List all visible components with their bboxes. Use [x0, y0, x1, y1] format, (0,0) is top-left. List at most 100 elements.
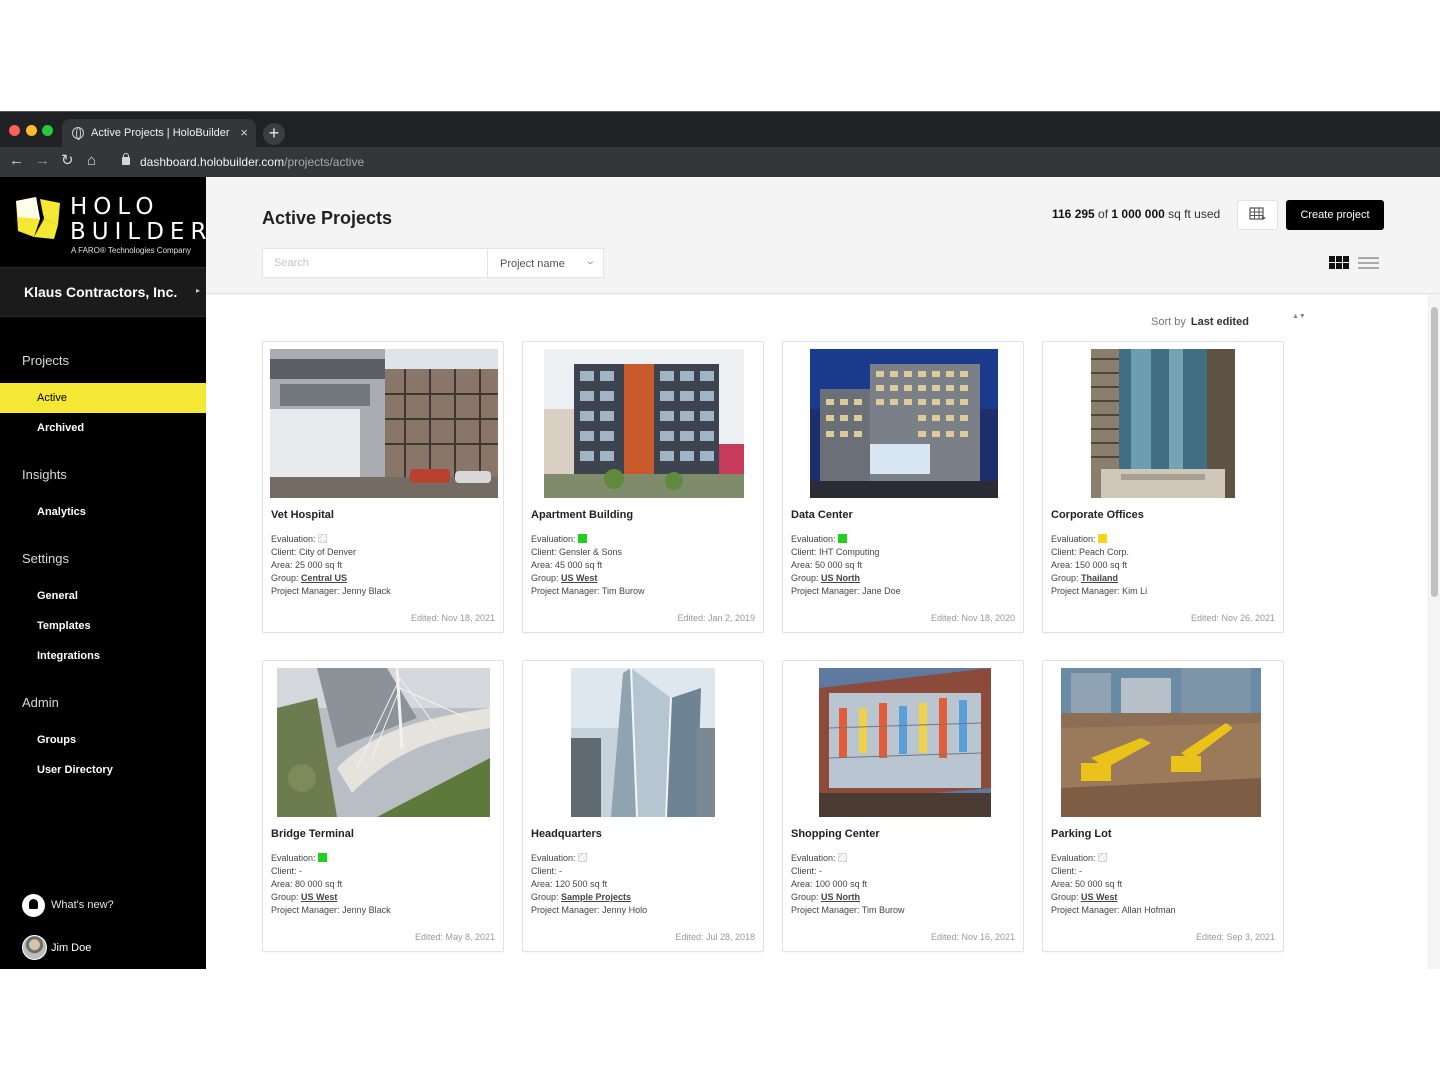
- project-card[interactable]: Data Center Evaluation: Client: IHT Comp…: [782, 341, 1024, 633]
- holobuilder-logo[interactable]: HOLO BUILDER A FARO® Technologies Company: [14, 195, 206, 261]
- sidebar-item-active[interactable]: Active: [0, 383, 206, 413]
- page-header: Active Projects 116 295 of 1 000 000 sq …: [206, 177, 1440, 294]
- sidebar-item-integrations[interactable]: Integrations: [0, 641, 206, 671]
- project-card[interactable]: Vet Hospital Evaluation: Client: City of…: [262, 341, 504, 633]
- manager-value: Jenny Black: [342, 905, 391, 915]
- search-filter-select[interactable]: Project name ⌄: [487, 248, 604, 278]
- group-link[interactable]: Thailand: [1081, 573, 1118, 583]
- project-meta: Evaluation: Client: IHT Computing Area: …: [791, 533, 901, 598]
- forward-arrow-icon[interactable]: →: [35, 153, 50, 169]
- area-value: 50 000 sq ft: [1075, 879, 1123, 889]
- evaluation-badge: [577, 534, 587, 543]
- logo-line-1: HOLO: [70, 194, 160, 220]
- project-card[interactable]: Shopping Center Evaluation: Client: - Ar…: [782, 660, 1024, 952]
- group-label: Group:: [271, 573, 299, 583]
- group-link[interactable]: US North: [821, 892, 860, 902]
- maximize-window-button[interactable]: [42, 125, 53, 136]
- minimize-window-button[interactable]: [26, 125, 37, 136]
- usage-suffix: sq ft used: [1164, 207, 1221, 221]
- client-label: Client:: [531, 866, 557, 876]
- sidebar-item-general[interactable]: General: [0, 581, 206, 611]
- project-card[interactable]: Parking Lot Evaluation: Client: - Area: …: [1042, 660, 1284, 952]
- table-export-icon: [1248, 206, 1266, 220]
- edited-date: Edited: Nov 18, 2021: [410, 613, 495, 623]
- scrollbar[interactable]: [1428, 295, 1440, 969]
- project-name: Corporate Offices: [1051, 509, 1144, 521]
- company-switcher[interactable]: Klaus Contractors, Inc. ▸: [0, 267, 206, 317]
- group-link[interactable]: US West: [561, 573, 597, 583]
- client-label: Client:: [531, 547, 557, 557]
- edited-date: Edited: Nov 26, 2021: [1190, 613, 1275, 623]
- project-card[interactable]: Headquarters Evaluation: Client: - Area:…: [522, 660, 764, 952]
- group-link[interactable]: US West: [301, 892, 337, 902]
- project-name: Apartment Building: [531, 509, 634, 521]
- evaluation-label: Evaluation:: [791, 853, 836, 863]
- reload-icon[interactable]: ↻: [61, 153, 74, 169]
- url-field[interactable]: dashboard.holobuilder.com/projects/activ…: [140, 155, 364, 169]
- edited-date: Edited: May 8, 2021: [414, 932, 495, 942]
- section-title-admin: Admin: [22, 695, 59, 710]
- area-label: Area:: [1051, 879, 1073, 889]
- group-link[interactable]: Sample Projects: [561, 892, 631, 902]
- area-value: 120 500 sq ft: [555, 879, 608, 889]
- page-title: Active Projects: [262, 208, 393, 228]
- client-label: Client:: [271, 866, 297, 876]
- whats-new-link[interactable]: What's new?: [22, 894, 192, 918]
- group-label: Group:: [271, 892, 299, 902]
- group-link[interactable]: US West: [1081, 892, 1117, 902]
- sidebar-item-archived[interactable]: Archived: [0, 413, 206, 443]
- section-title-projects: Projects: [22, 353, 69, 368]
- sidebar-item-templates[interactable]: Templates: [0, 611, 206, 641]
- lock-icon[interactable]: [122, 153, 130, 165]
- sort-control[interactable]: Sort by Last edited: [1151, 316, 1249, 328]
- group-label: Group:: [531, 573, 559, 583]
- list-view-icon[interactable]: [1358, 257, 1379, 269]
- project-meta: Evaluation: Client: Gensler & Sons Area:…: [531, 533, 645, 598]
- client-value: Peach Corp.: [1079, 547, 1130, 557]
- manager-value: Jane Doe: [862, 586, 901, 596]
- project-card[interactable]: Corporate Offices Evaluation: Client: Pe…: [1042, 341, 1284, 633]
- grid-view-icon[interactable]: [1329, 256, 1349, 270]
- project-thumbnail: [1061, 668, 1261, 817]
- usage-used: 116 295: [1052, 207, 1095, 221]
- back-arrow-icon[interactable]: ←: [9, 153, 24, 169]
- search-input[interactable]: [262, 248, 487, 278]
- evaluation-badge: [837, 853, 847, 862]
- new-tab-button[interactable]: +: [263, 123, 285, 145]
- holobuilder-logo-mark-icon: [16, 197, 60, 239]
- project-meta: Evaluation: Client: - Area: 50 000 sq ft…: [1051, 852, 1176, 917]
- sidebar-item-groups[interactable]: Groups: [0, 725, 206, 755]
- project-thumbnail: [819, 668, 991, 817]
- project-thumbnail: [544, 349, 744, 498]
- client-value: -: [559, 866, 563, 876]
- project-card[interactable]: Bridge Terminal Evaluation: Client: - Ar…: [262, 660, 504, 952]
- search-filter-value: Project name: [500, 258, 565, 270]
- browser-tab[interactable]: Active Projects | HoloBuilder ×: [62, 119, 256, 148]
- user-menu[interactable]: Jim Doe: [22, 935, 192, 961]
- home-icon[interactable]: ⌂: [87, 153, 96, 169]
- project-card[interactable]: Apartment Building Evaluation: Client: G…: [522, 341, 764, 633]
- project-meta: Evaluation: Client: Peach Corp. Area: 15…: [1051, 533, 1147, 598]
- client-label: Client:: [791, 866, 817, 876]
- export-table-button[interactable]: [1237, 200, 1278, 230]
- create-project-button[interactable]: Create project: [1286, 200, 1384, 230]
- group-link[interactable]: US North: [821, 573, 860, 583]
- area-value: 45 000 sq ft: [555, 560, 603, 570]
- project-thumbnail: [571, 668, 715, 817]
- scrollbar-thumb[interactable]: [1431, 307, 1438, 597]
- sidebar-item-analytics[interactable]: Analytics: [0, 497, 206, 527]
- sidebar-item-user-directory[interactable]: User Directory: [0, 755, 206, 785]
- project-name: Bridge Terminal: [271, 828, 354, 840]
- close-window-button[interactable]: [9, 125, 20, 136]
- project-name: Headquarters: [531, 828, 602, 840]
- evaluation-label: Evaluation:: [791, 534, 836, 544]
- usage-total: 1 000 000: [1111, 207, 1165, 221]
- group-link[interactable]: Central US: [301, 573, 347, 583]
- manager-value: Kim Li: [1122, 586, 1148, 596]
- chevron-down-icon: ⌄: [583, 256, 596, 267]
- main-panel: Active Projects 116 295 of 1 000 000 sq …: [206, 177, 1440, 969]
- close-tab-icon[interactable]: ×: [240, 125, 248, 140]
- sort-arrows-icon[interactable]: ▲▼: [1292, 313, 1306, 320]
- browser-titlebar: Active Projects | HoloBuilder × +: [0, 111, 1440, 148]
- evaluation-badge: [1097, 534, 1107, 543]
